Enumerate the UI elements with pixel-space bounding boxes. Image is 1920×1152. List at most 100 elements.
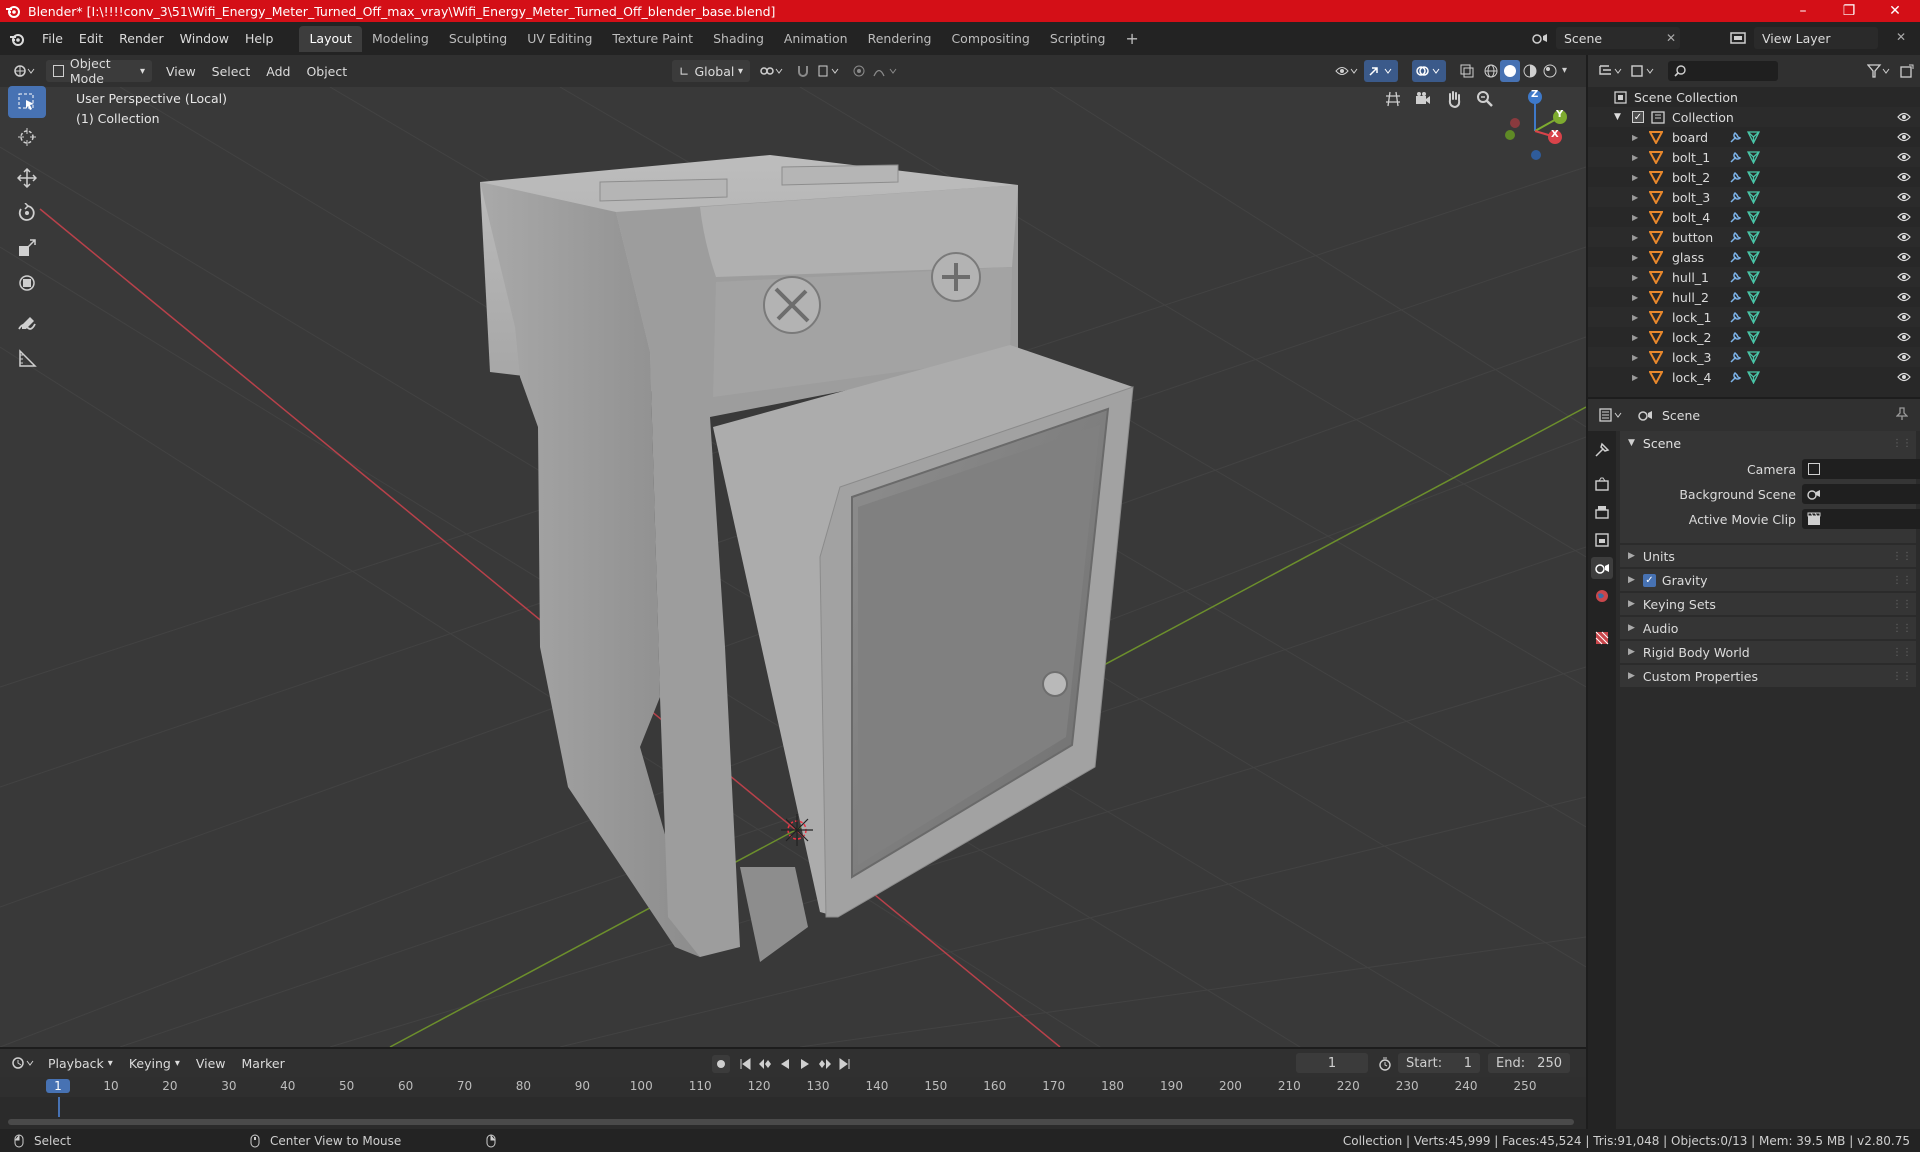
timeline-menu-keying[interactable]: Keying ▾ bbox=[121, 1052, 188, 1074]
visibility-toggle-icon[interactable] bbox=[1332, 60, 1362, 82]
annotate-tool[interactable] bbox=[8, 308, 46, 340]
mesh-data-icon[interactable] bbox=[1744, 370, 1762, 384]
rotate-tool[interactable] bbox=[8, 197, 46, 229]
expand-arrow-icon[interactable]: ▶ bbox=[1632, 273, 1642, 282]
modifier-wrench-icon[interactable] bbox=[1726, 211, 1744, 224]
expand-arrow-icon[interactable]: ▶ bbox=[1632, 353, 1642, 362]
collapse-arrow-icon[interactable]: ▼ bbox=[1614, 112, 1626, 122]
outliner-item-bolt_3[interactable]: ▶ bolt_3 bbox=[1588, 187, 1920, 207]
eye-icon[interactable] bbox=[1896, 112, 1912, 122]
xray-toggle-icon[interactable] bbox=[1456, 60, 1478, 82]
output-tab-icon[interactable] bbox=[1593, 501, 1611, 523]
outliner-item-hull_1[interactable]: ▶ hull_1 bbox=[1588, 267, 1920, 287]
timeline-menu-marker[interactable]: Marker bbox=[234, 1052, 293, 1074]
subpanel-rigid-body-world[interactable]: ▶ Rigid Body World ⋮⋮ bbox=[1620, 641, 1916, 663]
tab-shading[interactable]: Shading bbox=[703, 26, 774, 52]
menu-help[interactable]: Help bbox=[237, 22, 282, 55]
modifier-wrench-icon[interactable] bbox=[1726, 171, 1744, 184]
eye-icon[interactable] bbox=[1896, 292, 1912, 302]
drag-handle-icon[interactable]: ⋮⋮ bbox=[1892, 438, 1912, 449]
expand-arrow-icon[interactable]: ▶ bbox=[1632, 193, 1642, 202]
mesh-data-icon[interactable] bbox=[1744, 290, 1762, 304]
mesh-data-icon[interactable] bbox=[1744, 190, 1762, 204]
eye-icon[interactable] bbox=[1896, 312, 1912, 322]
drag-handle-icon[interactable]: ⋮⋮ bbox=[1892, 551, 1912, 562]
mesh-data-icon[interactable] bbox=[1744, 130, 1762, 144]
timeline-track-area[interactable] bbox=[0, 1097, 1586, 1117]
subpanel-custom-properties[interactable]: ▶ Custom Properties ⋮⋮ bbox=[1620, 665, 1916, 687]
jump-keyframe-forward-button[interactable] bbox=[816, 1055, 834, 1073]
zoom-view-icon[interactable] bbox=[1472, 86, 1498, 112]
jump-start-button[interactable] bbox=[736, 1055, 754, 1073]
eye-icon[interactable] bbox=[1896, 172, 1912, 182]
filter-icon[interactable] bbox=[1864, 60, 1894, 82]
mesh-data-icon[interactable] bbox=[1744, 210, 1762, 224]
expand-arrow-icon[interactable]: ▶ bbox=[1632, 293, 1642, 302]
outliner-editor-type-icon[interactable] bbox=[1594, 60, 1628, 82]
cursor-tool[interactable] bbox=[8, 121, 46, 153]
scene-panel-header[interactable]: ▼ Scene ⋮⋮ bbox=[1620, 431, 1916, 455]
tab-uv-editing[interactable]: UV Editing bbox=[517, 26, 602, 52]
measure-tool[interactable] bbox=[8, 343, 46, 375]
eye-icon[interactable] bbox=[1896, 232, 1912, 242]
frame-ruler[interactable]: 1 10 20 30 40 50 60 70 80 90 100 110 120 130 140 150 160… bbox=[0, 1077, 1586, 1097]
tab-layout[interactable]: Layout bbox=[299, 25, 362, 52]
modifier-wrench-icon[interactable] bbox=[1726, 371, 1744, 384]
jump-end-button[interactable] bbox=[836, 1055, 854, 1073]
menu-edit[interactable]: Edit bbox=[71, 22, 111, 55]
expand-arrow-icon[interactable]: ▶ bbox=[1632, 373, 1642, 382]
menu-file[interactable]: File bbox=[34, 22, 71, 55]
subpanel-audio[interactable]: ▶ Audio ⋮⋮ bbox=[1620, 617, 1916, 639]
camera-field[interactable] bbox=[1802, 459, 1920, 479]
timeline-editor-type-icon[interactable] bbox=[6, 1052, 40, 1074]
modifier-wrench-icon[interactable] bbox=[1726, 131, 1744, 144]
timeline-menu-view[interactable]: View bbox=[188, 1052, 234, 1074]
expand-arrow-icon[interactable]: ▶ bbox=[1632, 333, 1642, 342]
move-tool[interactable] bbox=[8, 162, 46, 194]
outliner-item-lock_2[interactable]: ▶ lock_2 bbox=[1588, 327, 1920, 347]
outliner-item-bolt_2[interactable]: ▶ bolt_2 bbox=[1588, 167, 1920, 187]
mesh-data-icon[interactable] bbox=[1744, 150, 1762, 164]
eye-icon[interactable] bbox=[1896, 132, 1912, 142]
expand-arrow-icon[interactable]: ▶ bbox=[1632, 153, 1642, 162]
new-collection-icon[interactable] bbox=[1894, 60, 1920, 82]
expand-arrow-icon[interactable]: ▶ bbox=[1632, 213, 1642, 222]
expand-arrow-icon[interactable]: ▶ bbox=[1632, 313, 1642, 322]
pan-view-icon[interactable] bbox=[1441, 86, 1467, 112]
falloff-icon[interactable] bbox=[870, 60, 902, 82]
modifier-wrench-icon[interactable] bbox=[1726, 351, 1744, 364]
pivot-point-icon[interactable] bbox=[756, 60, 786, 82]
exclude-checkbox[interactable]: ✓ bbox=[1632, 111, 1644, 123]
modifier-wrench-icon[interactable] bbox=[1726, 251, 1744, 264]
current-frame-field[interactable]: 1 bbox=[1296, 1053, 1368, 1073]
play-reverse-button[interactable] bbox=[776, 1055, 794, 1073]
mesh-data-icon[interactable] bbox=[1744, 250, 1762, 264]
mesh-data-icon[interactable] bbox=[1744, 310, 1762, 324]
modifier-wrench-icon[interactable] bbox=[1726, 271, 1744, 284]
drag-handle-icon[interactable]: ⋮⋮ bbox=[1892, 599, 1912, 610]
subpanel-units[interactable]: ▶ Units ⋮⋮ bbox=[1620, 545, 1916, 567]
record-button[interactable] bbox=[712, 1055, 730, 1073]
expand-arrow-icon[interactable]: ▶ bbox=[1632, 233, 1642, 242]
tab-modeling[interactable]: Modeling bbox=[362, 26, 439, 52]
eye-icon[interactable] bbox=[1896, 192, 1912, 202]
transform-tool[interactable] bbox=[8, 267, 46, 299]
view-layer-tab-icon[interactable] bbox=[1593, 529, 1611, 551]
render-tab-icon[interactable] bbox=[1593, 473, 1611, 495]
play-button[interactable] bbox=[796, 1055, 814, 1073]
minimize-icon[interactable]: – bbox=[1780, 0, 1826, 22]
shading-options-icon[interactable]: ▾ bbox=[1562, 65, 1567, 76]
wireframe-shading-icon[interactable] bbox=[1481, 60, 1501, 82]
viewport-menu-view[interactable]: View bbox=[158, 60, 204, 82]
outliner-item-button[interactable]: ▶ button bbox=[1588, 227, 1920, 247]
expand-arrow-icon[interactable]: ▶ bbox=[1632, 253, 1642, 262]
texture-tab-icon[interactable] bbox=[1593, 627, 1611, 649]
blender-menu-icon[interactable] bbox=[0, 22, 34, 55]
maximize-icon[interactable]: ❐ bbox=[1826, 0, 1872, 22]
eye-icon[interactable] bbox=[1896, 252, 1912, 262]
jump-keyframe-back-button[interactable] bbox=[756, 1055, 774, 1073]
gravity-checkbox[interactable]: ✓ bbox=[1642, 573, 1656, 587]
select-box-tool[interactable] bbox=[8, 86, 46, 118]
preview-range-icon[interactable] bbox=[1376, 1055, 1394, 1073]
tab-scripting[interactable]: Scripting bbox=[1040, 26, 1116, 52]
